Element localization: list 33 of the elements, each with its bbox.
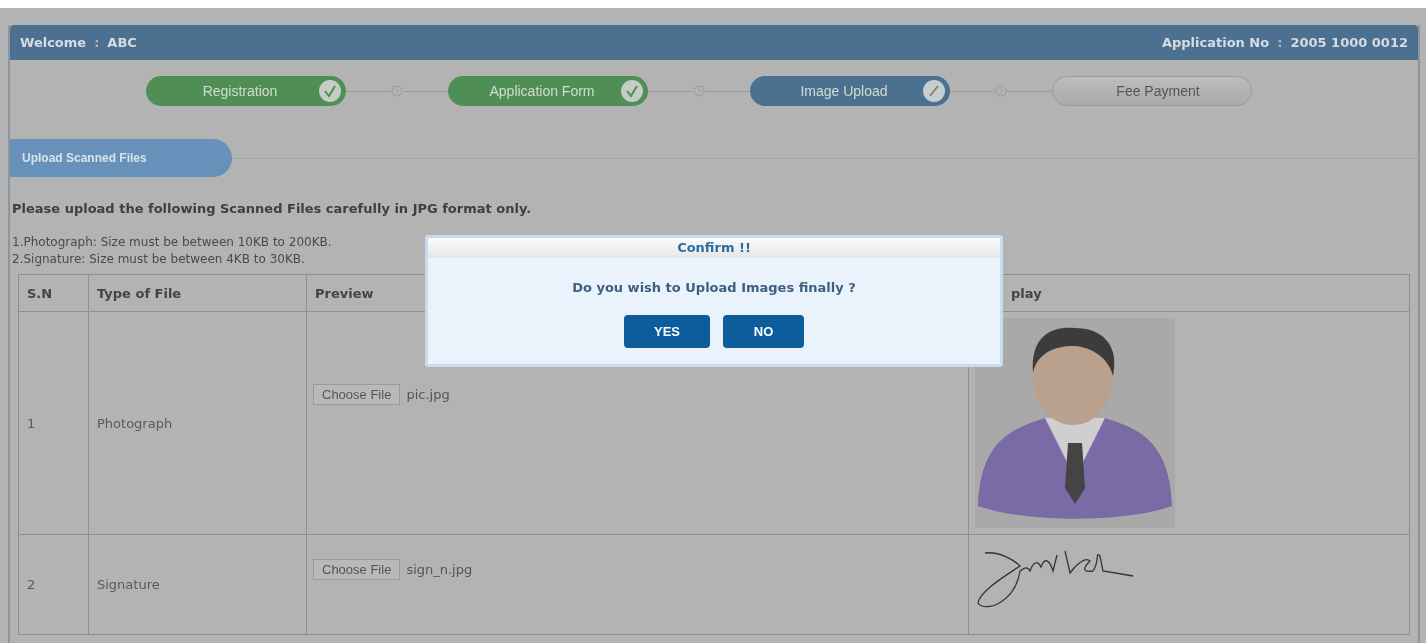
file-name: sign_n.jpg [406, 562, 473, 577]
user-name: ABC [107, 35, 137, 50]
size-note: 1.Photograph: Size must be between 10KB to 200KB. [12, 234, 332, 251]
column-header: Preview [315, 285, 374, 301]
section-tab[interactable]: Upload Scanned Files [10, 139, 232, 177]
step-pill: Application Form [448, 76, 648, 106]
size-note: 2.Signature: Size must be between 4KB to 30KB. [12, 251, 305, 268]
step-pill: Fee Payment [1052, 76, 1252, 106]
yes-button[interactable]: YES [624, 315, 710, 348]
column-header: play [1011, 285, 1042, 301]
check-icon [620, 79, 644, 103]
column-header: S.N [27, 285, 53, 301]
column-header: Type of File [97, 285, 182, 301]
instruction-text: Please upload the following Scanned Files carefully in JPG format only. [12, 201, 533, 216]
choose-file-button[interactable]: Choose File [313, 384, 401, 405]
dialog-message: Do you wish to Upload Images finally ? [571, 280, 857, 295]
application-label: Application No [1161, 35, 1270, 50]
table-cell: 2 [27, 577, 36, 592]
dialog-title: Confirm !! [428, 238, 1000, 258]
table-cell: Signature [97, 577, 160, 592]
separator: : [1277, 35, 1283, 50]
application-number: 2005 1000 0012 [1290, 35, 1408, 50]
table-cell: Photograph [97, 415, 173, 431]
table-cell: 1 [27, 415, 36, 431]
no-button[interactable]: NO [723, 315, 804, 348]
separator: : [94, 35, 100, 50]
welcome-label: Welcome [20, 35, 87, 50]
step-pill: Image Upload [750, 76, 950, 106]
pencil-icon [922, 79, 946, 103]
step-pill: Registration [146, 76, 346, 106]
choose-file-button[interactable]: Choose File [313, 559, 401, 580]
file-name: pic.jpg [406, 387, 450, 402]
check-icon [318, 79, 342, 103]
